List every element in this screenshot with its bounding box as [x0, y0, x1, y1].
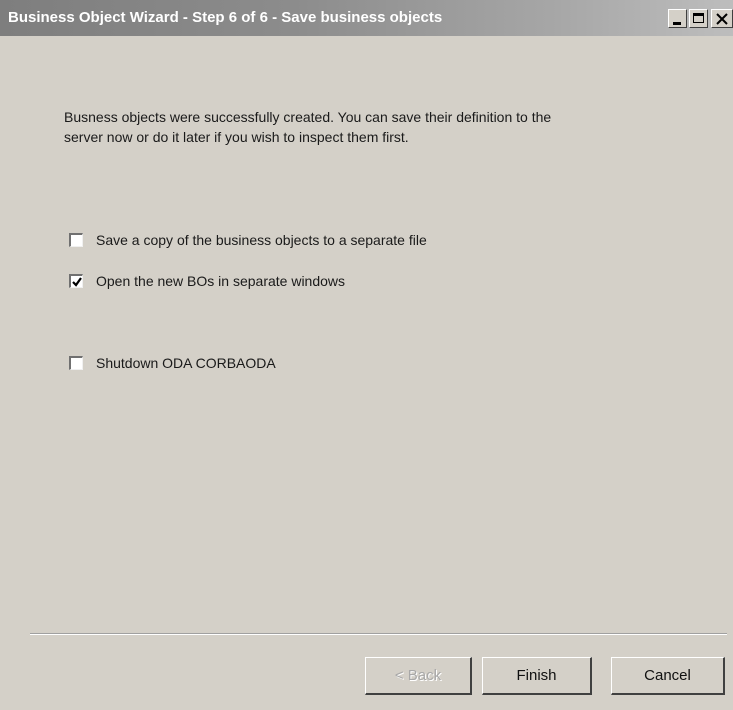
open-new-windows-checkbox[interactable]	[69, 274, 83, 288]
maximize-icon	[693, 13, 704, 23]
close-button[interactable]	[711, 9, 733, 28]
close-icon	[716, 13, 728, 25]
open-new-windows-option[interactable]: Open the new BOs in separate windows	[69, 272, 345, 290]
button-separator	[30, 633, 727, 635]
open-new-windows-label[interactable]: Open the new BOs in separate windows	[96, 273, 345, 289]
finish-button[interactable]: Finish	[482, 657, 592, 695]
minimize-button[interactable]	[668, 9, 687, 28]
checkmark-icon	[72, 277, 82, 287]
maximize-button[interactable]	[689, 9, 708, 28]
save-copy-option[interactable]: Save a copy of the business objects to a…	[69, 231, 427, 249]
shutdown-oda-checkbox[interactable]	[69, 356, 83, 370]
wizard-dialog: Business Object Wizard - Step 6 of 6 - S…	[0, 0, 733, 710]
shutdown-oda-label[interactable]: Shutdown ODA CORBAODA	[96, 355, 276, 371]
minimize-icon	[673, 22, 681, 25]
window-title: Business Object Wizard - Step 6 of 6 - S…	[8, 9, 443, 26]
title-bar[interactable]: Business Object Wizard - Step 6 of 6 - S…	[0, 0, 733, 36]
cancel-button[interactable]: Cancel	[611, 657, 725, 695]
save-copy-checkbox[interactable]	[69, 233, 83, 247]
shutdown-oda-option[interactable]: Shutdown ODA CORBAODA	[69, 354, 276, 372]
save-copy-label[interactable]: Save a copy of the business objects to a…	[96, 232, 427, 248]
back-button[interactable]: < Back	[365, 657, 472, 695]
success-message: Busness objects were successfully create…	[64, 109, 552, 145]
